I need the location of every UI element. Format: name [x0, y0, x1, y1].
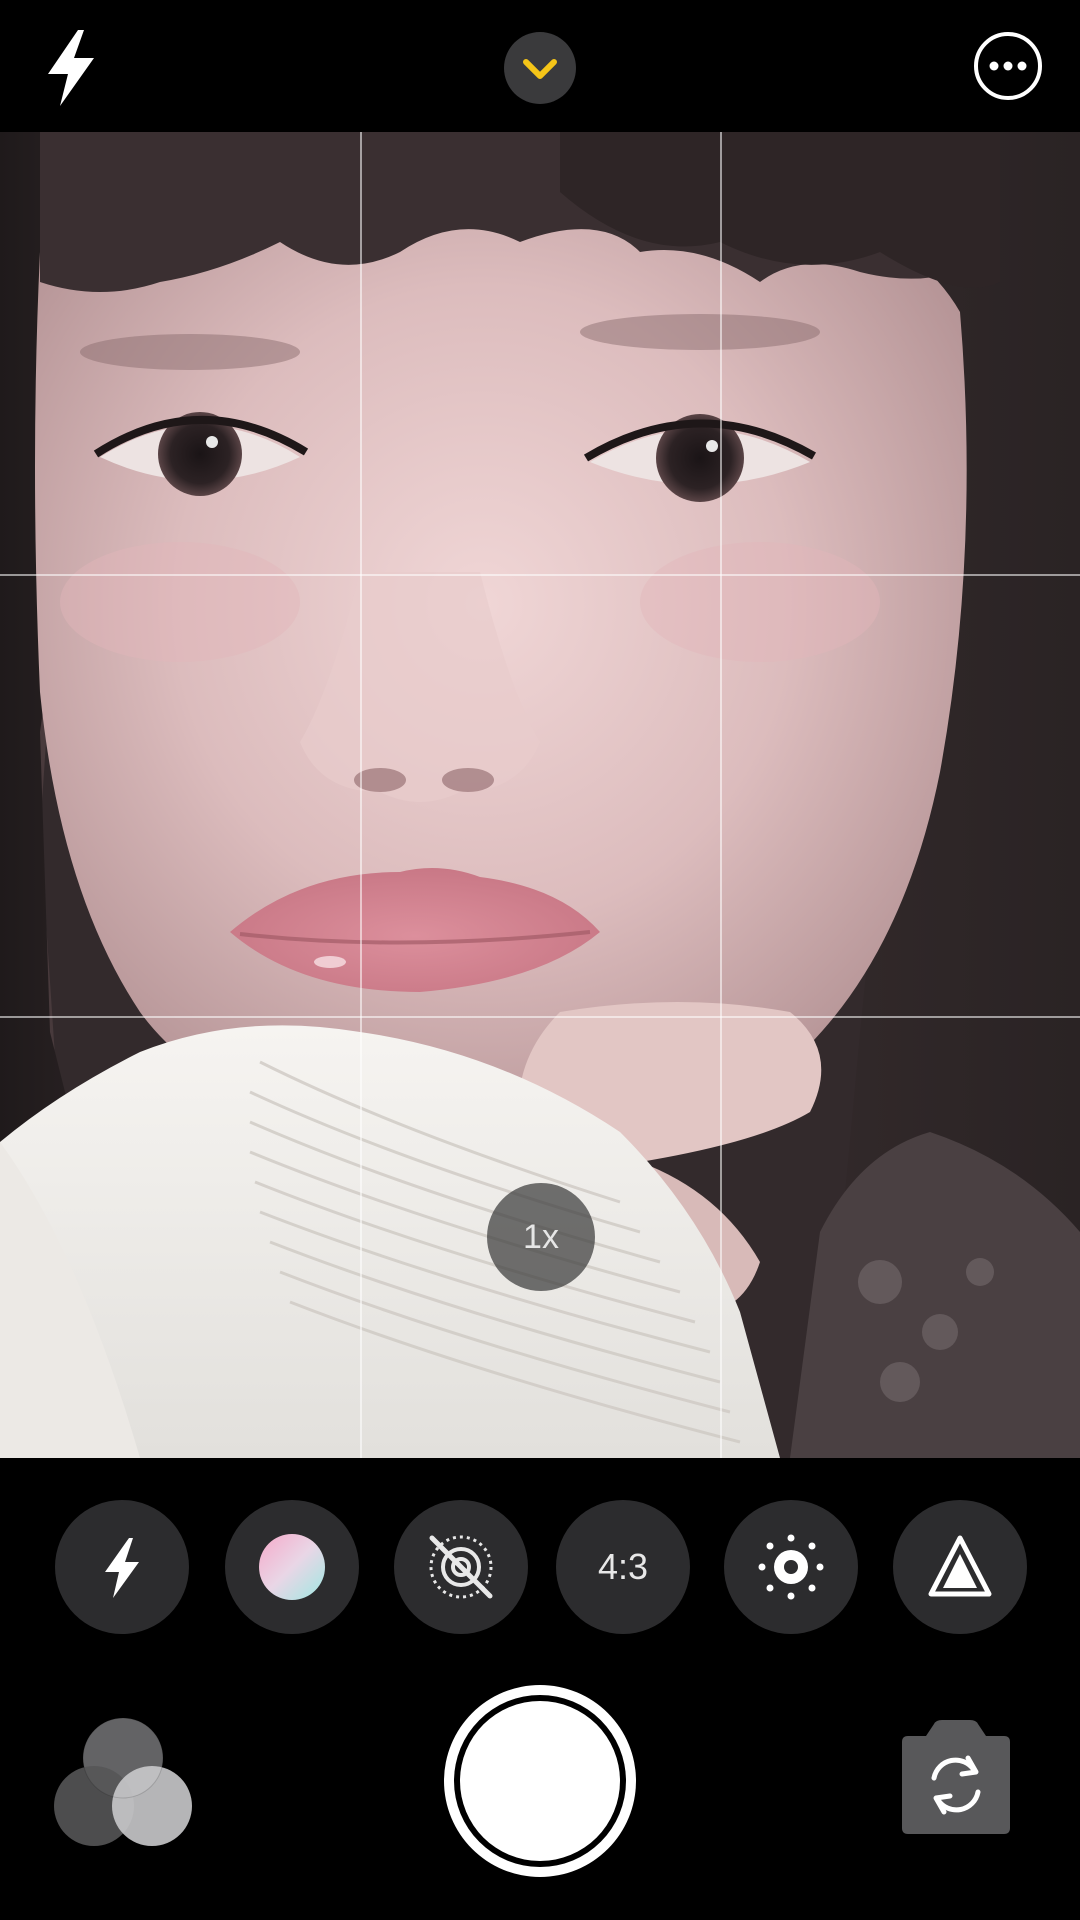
- live-photo-button[interactable]: [394, 1500, 528, 1634]
- sharpness-button[interactable]: [893, 1500, 1027, 1634]
- chevron-down-icon: [523, 59, 557, 79]
- flash-icon: [105, 1538, 139, 1598]
- viewfinder[interactable]: 1x: [0, 132, 1080, 1458]
- more-icon[interactable]: [972, 30, 1044, 102]
- camera-flip-button[interactable]: [888, 1714, 1024, 1842]
- top-bar: [0, 0, 1080, 132]
- camera-flip-icon: [902, 1720, 1010, 1834]
- color-filter-icon: [259, 1534, 325, 1600]
- aspect-ratio-label: 4:3: [597, 1546, 649, 1587]
- grid-line: [720, 132, 722, 1458]
- zoom-button[interactable]: 1x: [487, 1183, 595, 1291]
- flash-icon[interactable]: [38, 26, 104, 110]
- filters-icon: [54, 1717, 192, 1846]
- grid-line: [0, 574, 1080, 576]
- camera-controls: 4:3: [0, 1458, 1080, 1920]
- filters-button[interactable]: [52, 1716, 200, 1850]
- live-photo-off-icon: [429, 1535, 493, 1599]
- aspect-ratio-button[interactable]: 4:3: [556, 1500, 690, 1634]
- grid-line: [0, 1016, 1080, 1018]
- exposure-button[interactable]: [724, 1500, 858, 1634]
- exposure-icon: [758, 1534, 824, 1600]
- collapse-button[interactable]: [504, 32, 576, 104]
- flash-option-button[interactable]: [55, 1500, 189, 1634]
- sharpness-icon: [928, 1535, 992, 1597]
- shutter-button[interactable]: [440, 1681, 640, 1881]
- color-filter-button[interactable]: [225, 1500, 359, 1634]
- grid-line: [360, 132, 362, 1458]
- camera-screen: 1x 4:3: [0, 0, 1080, 1920]
